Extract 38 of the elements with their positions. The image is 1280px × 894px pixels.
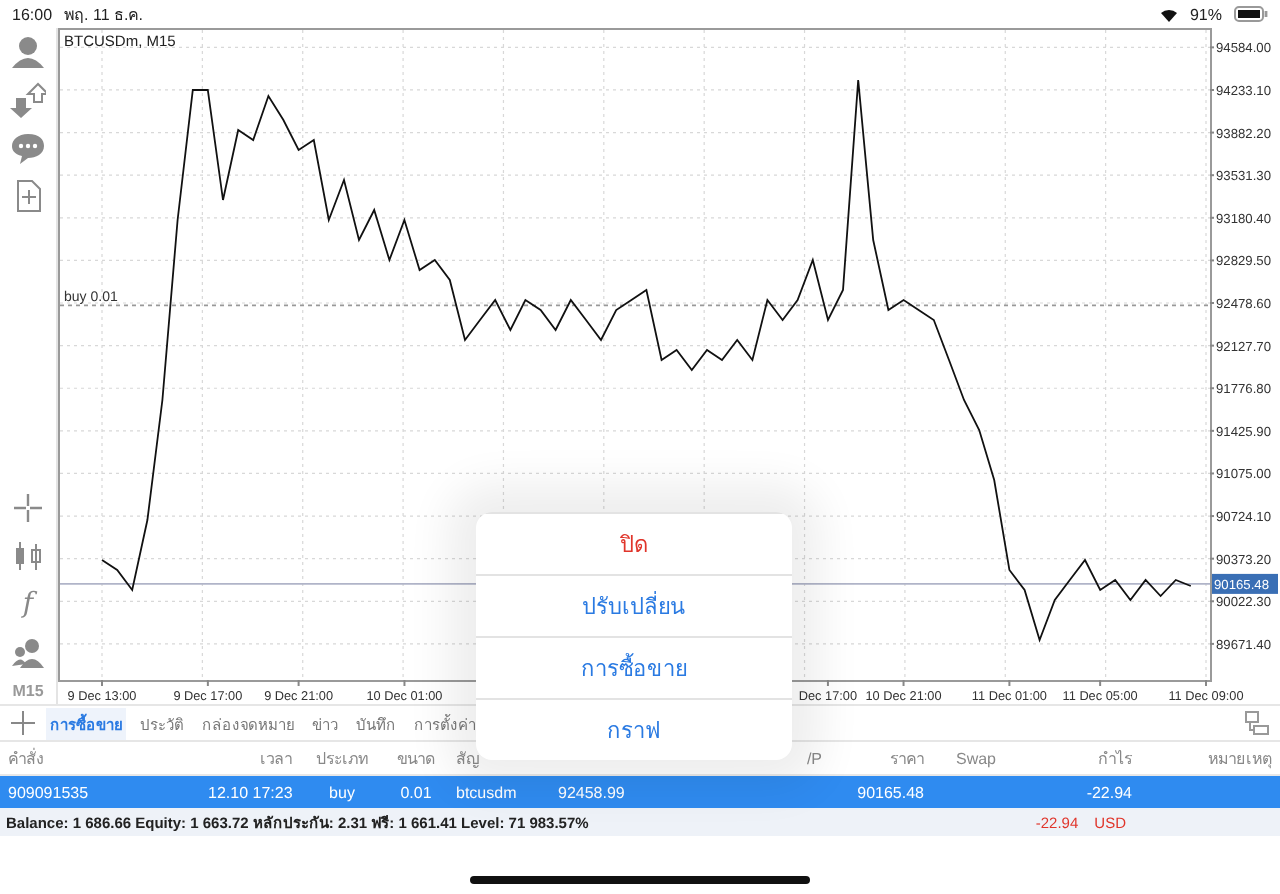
table-cell: 90165.48 (857, 783, 924, 801)
status-time: 16:00 (12, 5, 53, 23)
candlestick-icon[interactable] (10, 538, 46, 574)
column-header: ราคา (890, 749, 924, 767)
timeframe-button[interactable]: M15 (12, 682, 44, 700)
column-header: กำไร (1098, 749, 1132, 767)
column-header: ประเภท (316, 749, 368, 767)
layout-icon[interactable] (1244, 710, 1270, 736)
table-cell: buy (329, 783, 355, 801)
crosshair-icon[interactable] (10, 490, 46, 526)
wifi-icon (1159, 7, 1178, 21)
column-header: Swap (955, 749, 996, 767)
table-cell: btcusdm (456, 783, 517, 801)
menu-item[interactable]: การซื้อขาย (476, 636, 792, 698)
battery-percent: 91% (1189, 5, 1222, 23)
table-cell: 0.01 (400, 783, 432, 801)
table-cell: 909091535 (8, 783, 89, 801)
column-header: เวลา (260, 749, 292, 767)
people-icon[interactable] (10, 634, 46, 670)
person-icon[interactable] (10, 34, 46, 70)
column-header: ขนาด (397, 749, 435, 767)
chat-icon[interactable] (10, 130, 46, 166)
position-row[interactable]: 909091535 12.10 17:23 buy 0.01 btcusdm 92458.99 90165.48 -22.94 (0, 776, 1280, 808)
add-icon[interactable] (10, 710, 36, 736)
transfer-icon[interactable] (10, 82, 46, 118)
column-header: หมายเหตุ (1208, 749, 1272, 767)
table-cell: 12.10 17:23 (208, 783, 293, 801)
menu-item[interactable]: ปิด (476, 512, 792, 574)
menu-item[interactable]: ปรับเปลี่ยน (476, 574, 792, 636)
menu-item[interactable]: กราฟ (476, 698, 792, 760)
table-cell: 92458.99 (558, 783, 625, 801)
column-header: สัญ (456, 749, 480, 767)
column-header: คำสั่ง (8, 749, 44, 767)
indicators-button[interactable]: f (22, 586, 34, 622)
table-cell: -22.94 (1086, 783, 1132, 801)
status-date: พฤ. 11 ธ.ค. (64, 3, 143, 27)
battery-icon (1234, 6, 1268, 22)
column-header: /P (806, 749, 822, 767)
